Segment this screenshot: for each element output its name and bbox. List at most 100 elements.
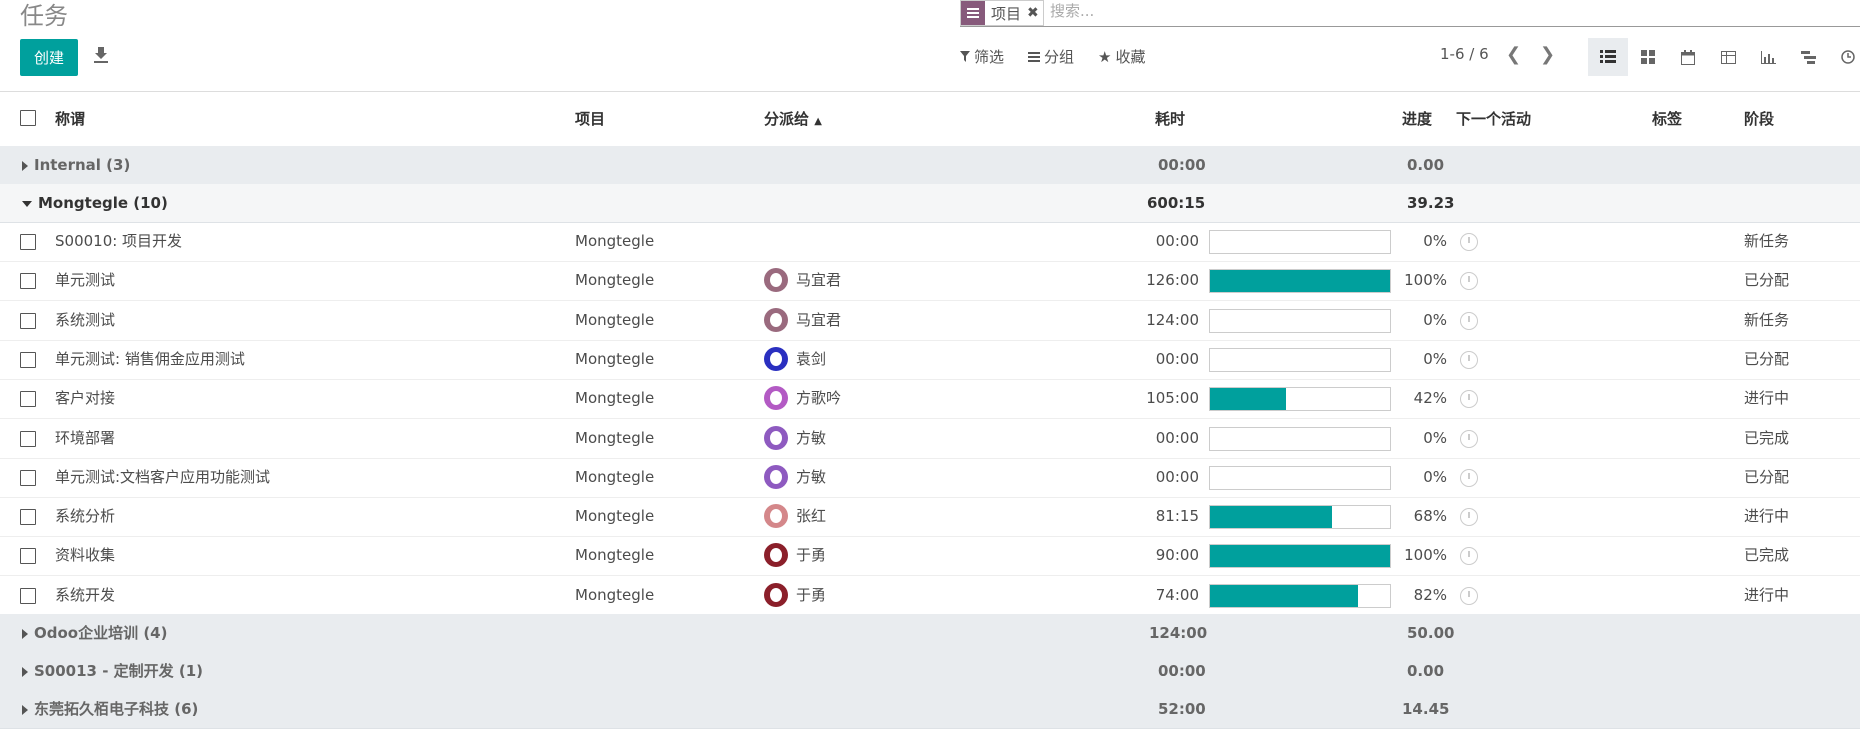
col-name[interactable]: 称谓 — [55, 92, 85, 146]
table-row[interactable]: 系统测试 Mongtegle 马宜君 124:00 0% 新任务 — [0, 301, 1860, 341]
table-row[interactable]: 系统分析 Mongtegle 张红 81:15 68% 进行中 — [0, 497, 1860, 537]
activity-clock-icon[interactable] — [1460, 351, 1478, 369]
filter-icon — [960, 51, 970, 62]
col-project[interactable]: 项目 — [575, 92, 605, 146]
table-header: 称谓 项目 分派给 ▲ 耗时 进度 下一个活动 标签 阶段 — [0, 92, 1860, 147]
avatar — [764, 504, 788, 528]
task-project: Mongtegle — [575, 311, 655, 329]
list-view-icon[interactable] — [1588, 38, 1628, 76]
group-label: S00013 - 定制开发 (1) — [34, 662, 204, 680]
activity-clock-icon[interactable] — [1460, 587, 1478, 605]
filter-button[interactable]: 筛选 — [960, 46, 1004, 67]
select-all-checkbox[interactable] — [20, 110, 36, 126]
task-stage: 新任务 — [1744, 232, 1790, 250]
search-input[interactable]: 搜索... — [1050, 0, 1094, 21]
group-row-dongguan[interactable]: 东莞拓久栢电子科技 (6) 52:00 14.45 — [0, 690, 1860, 729]
task-name: 系统测试 — [55, 311, 116, 329]
row-checkbox[interactable] — [20, 273, 36, 289]
col-stage[interactable]: 阶段 — [1744, 92, 1774, 146]
progress-percent: 42% — [1413, 389, 1447, 407]
favorites-button[interactable]: ★ 收藏 — [1098, 46, 1145, 67]
table-row[interactable]: S00010: 项目开发 Mongtegle 00:00 0% 新任务 — [0, 222, 1860, 262]
progress-percent: 100% — [1404, 546, 1447, 564]
row-checkbox[interactable] — [20, 313, 36, 329]
activity-clock-icon[interactable] — [1460, 508, 1478, 526]
pager-value[interactable]: 1-6 / 6 — [1440, 45, 1489, 63]
group-label: Internal (3) — [34, 156, 131, 174]
progress-bar — [1209, 269, 1391, 293]
activity-clock-icon[interactable] — [1460, 272, 1478, 290]
create-button[interactable]: 创建 — [20, 39, 78, 76]
row-checkbox[interactable] — [20, 470, 36, 486]
avatar — [764, 268, 788, 292]
facet-value: 项目 — [991, 4, 1022, 23]
progress-fill — [1210, 506, 1333, 528]
group-row-mongtegle[interactable]: Mongtegle (10) 600:15 39.23 — [0, 184, 1860, 223]
table-row[interactable]: 客户对接 Mongtegle 方歌吟 105:00 42% 进行中 — [0, 379, 1860, 419]
group-time: 124:00 — [1149, 624, 1208, 642]
groupby-button[interactable]: 分组 — [1028, 46, 1074, 67]
page-title: 任务 — [20, 2, 68, 30]
group-time: 00:00 — [1158, 662, 1206, 680]
avatar — [764, 347, 788, 371]
download-icon[interactable] — [93, 46, 113, 68]
task-assignee: 于勇 — [796, 546, 827, 564]
sort-asc-icon: ▲ — [814, 116, 822, 127]
col-activity[interactable]: 下一个活动 — [1456, 92, 1531, 146]
group-label: Odoo企业培训 (4) — [34, 624, 168, 642]
pager-next-icon[interactable]: ❯ — [1540, 44, 1555, 65]
gantt-view-icon[interactable] — [1788, 38, 1828, 76]
row-checkbox[interactable] — [20, 588, 36, 604]
search-facet[interactable]: 项目 ✖ — [960, 0, 1044, 26]
group-progress: 14.45 — [1402, 700, 1450, 718]
group-progress: 39.23 — [1407, 194, 1455, 212]
row-checkbox[interactable] — [20, 391, 36, 407]
activity-view-icon[interactable] — [1828, 38, 1860, 76]
control-panel: 任务 创建 项目 ✖ 搜索... 筛选 分组 ★ 收藏 1-6 / 6 ❮ ❯ — [0, 0, 1860, 92]
pager-previous-icon[interactable]: ❮ — [1506, 44, 1521, 65]
activity-clock-icon[interactable] — [1460, 547, 1478, 565]
table-row[interactable]: 资料收集 Mongtegle 于勇 90:00 100% 已完成 — [0, 536, 1860, 576]
graph-view-icon[interactable] — [1748, 38, 1788, 76]
task-project: Mongtegle — [575, 468, 655, 486]
activity-clock-icon[interactable] — [1460, 390, 1478, 408]
calendar-view-icon[interactable] — [1668, 38, 1708, 76]
kanban-view-icon[interactable] — [1628, 38, 1668, 76]
group-time: 52:00 — [1158, 700, 1206, 718]
row-checkbox[interactable] — [20, 509, 36, 525]
col-time[interactable]: 耗时 — [1155, 92, 1185, 146]
table-row[interactable]: 环境部署 Mongtegle 方敏 00:00 0% 已完成 — [0, 419, 1860, 459]
group-row-internal[interactable]: Internal (3) 00:00 0.00 — [0, 146, 1860, 185]
task-name: 单元测试: 销售佣金应用测试 — [55, 350, 245, 368]
task-name: 客户对接 — [55, 389, 116, 407]
task-name: 系统分析 — [55, 507, 116, 525]
activity-clock-icon[interactable] — [1460, 312, 1478, 330]
progress-fill — [1210, 388, 1286, 410]
table-row[interactable]: 单元测试:文档客户应用功能测试 Mongtegle 方敏 00:00 0% 已分配 — [0, 458, 1860, 498]
task-time: 00:00 — [1155, 468, 1199, 486]
col-assignee[interactable]: 分派给 ▲ — [764, 92, 822, 149]
group-row-odoo-training[interactable]: Odoo企业培训 (4) 124:00 50.00 — [0, 614, 1860, 653]
row-checkbox[interactable] — [20, 234, 36, 250]
search-bar[interactable]: 项目 ✖ 搜索... — [960, 0, 1860, 27]
table-row[interactable]: 单元测试: 销售佣金应用测试 Mongtegle 袁剑 00:00 0% 已分配 — [0, 340, 1860, 380]
row-checkbox[interactable] — [20, 352, 36, 368]
table-row[interactable]: 单元测试 Mongtegle 马宜君 126:00 100% 已分配 — [0, 261, 1860, 301]
col-progress[interactable]: 进度 — [1402, 92, 1432, 146]
pivot-view-icon[interactable] — [1708, 38, 1748, 76]
activity-clock-icon[interactable] — [1460, 469, 1478, 487]
progress-percent: 0% — [1423, 311, 1447, 329]
avatar — [764, 465, 788, 489]
filter-label: 筛选 — [974, 48, 1005, 66]
activity-clock-icon[interactable] — [1460, 430, 1478, 448]
group-row-s00013[interactable]: S00013 - 定制开发 (1) 00:00 0.00 — [0, 652, 1860, 691]
group-time: 600:15 — [1147, 194, 1206, 212]
activity-clock-icon[interactable] — [1460, 233, 1478, 251]
row-checkbox[interactable] — [20, 431, 36, 447]
row-checkbox[interactable] — [20, 548, 36, 564]
table-row[interactable]: 系统开发 Mongtegle 于勇 74:00 82% 进行中 — [0, 576, 1860, 616]
task-project: Mongtegle — [575, 232, 655, 250]
facet-remove-icon[interactable]: ✖ — [1027, 5, 1043, 21]
task-stage: 已分配 — [1744, 350, 1790, 368]
col-tags[interactable]: 标签 — [1652, 92, 1682, 146]
